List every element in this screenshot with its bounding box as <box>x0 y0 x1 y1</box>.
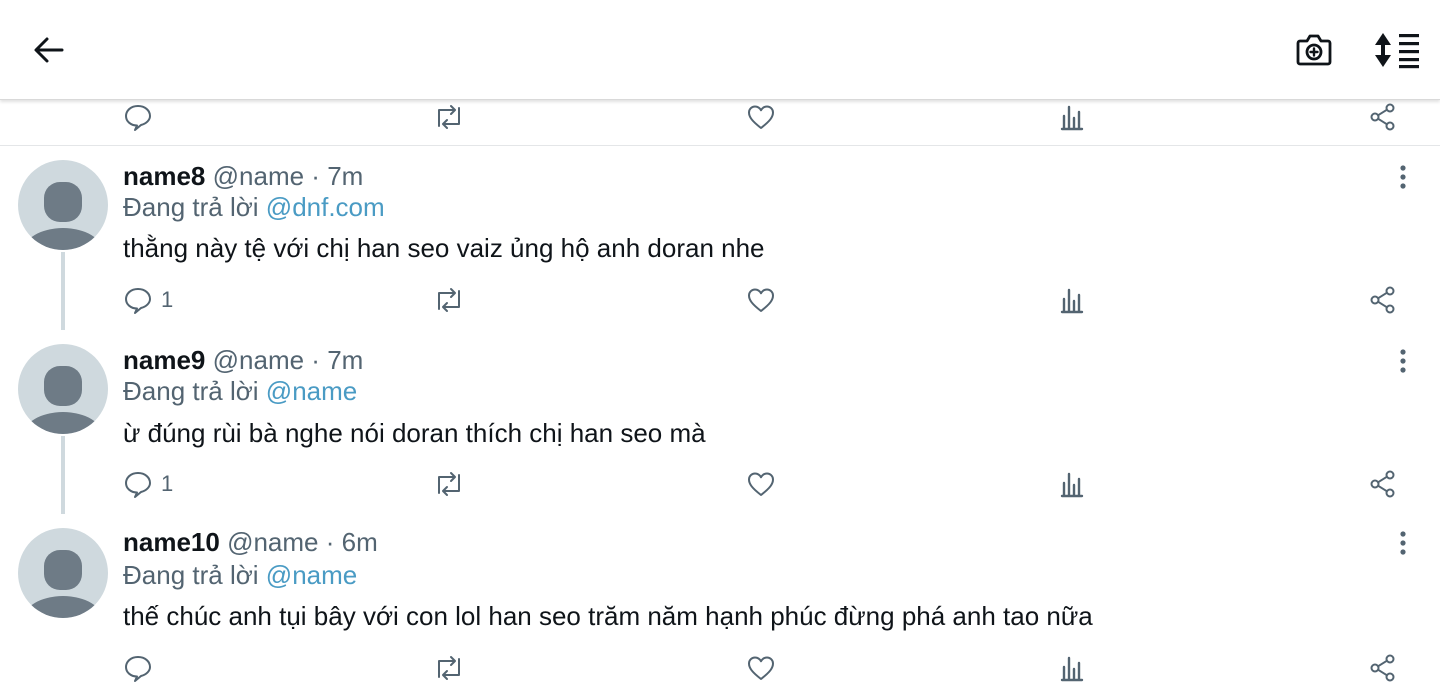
meta-separator: · <box>311 161 320 191</box>
heart-icon <box>748 472 774 496</box>
like-action[interactable] <box>746 283 776 317</box>
heart-icon <box>748 105 774 129</box>
reply-icon <box>125 105 151 131</box>
reply-item[interactable]: name8 @name · 7m Đang trả lời @dnf.com t… <box>0 146 1440 330</box>
back-button[interactable] <box>21 22 77 78</box>
more-options-button[interactable] <box>1388 160 1418 194</box>
replying-to-mention[interactable]: @name <box>266 376 357 406</box>
analytics-action[interactable] <box>1058 100 1086 134</box>
user-handle[interactable]: @name <box>227 527 318 557</box>
reply-action[interactable]: 1 <box>123 283 173 317</box>
reply-text: ừ đúng rùi bà nghe nói doran thích chị h… <box>123 418 706 448</box>
arrow-left-icon <box>34 37 64 63</box>
timestamp: 7m <box>327 345 364 375</box>
camera-plus-icon <box>1296 34 1332 66</box>
share-action[interactable] <box>1368 651 1398 685</box>
analytics-action[interactable] <box>1058 283 1086 317</box>
reply-item[interactable]: name10 @name · 6m Đang trả lời @name thế… <box>0 514 1440 682</box>
reply-text: thằng này tệ với chị han seo vaiz ủng hộ… <box>123 233 765 263</box>
analytics-action[interactable] <box>1058 651 1086 685</box>
retweet-icon <box>438 288 460 312</box>
display-name[interactable]: name8 <box>123 161 205 191</box>
bar-chart-icon <box>1060 105 1084 131</box>
top-app-bar <box>0 0 1440 100</box>
thread-line <box>61 436 65 514</box>
replying-to-mention[interactable]: @dnf.com <box>266 192 385 222</box>
more-vertical-icon <box>1400 531 1406 555</box>
reply-action[interactable] <box>123 651 161 685</box>
share-icon <box>1370 103 1395 131</box>
replying-to-mention[interactable]: @name <box>266 560 357 590</box>
sort-replies-button[interactable] <box>1370 22 1426 78</box>
retweet-action[interactable] <box>433 651 465 685</box>
meta-separator: · <box>325 527 335 557</box>
analytics-action[interactable] <box>1058 467 1086 501</box>
reply-header: name9 @name · 7m <box>123 344 363 376</box>
retweet-action[interactable] <box>433 100 465 134</box>
default-avatar-icon <box>23 182 103 250</box>
avatar[interactable] <box>18 528 108 618</box>
previous-tweet-actions <box>0 100 1440 146</box>
thread-line <box>61 252 65 330</box>
avatar[interactable] <box>18 344 108 434</box>
replying-to: Đang trả lời @name <box>123 559 357 591</box>
bar-chart-icon <box>1060 472 1084 498</box>
meta-separator: · <box>311 345 320 375</box>
reply-action[interactable] <box>123 100 153 134</box>
reply-action[interactable]: 1 <box>123 467 173 501</box>
avatar[interactable] <box>18 160 108 250</box>
more-vertical-icon <box>1400 165 1406 189</box>
sort-list-icon <box>1375 33 1419 69</box>
replying-to: Đang trả lời @name <box>123 375 357 407</box>
bar-chart-icon <box>1060 288 1084 314</box>
timestamp: 6m <box>341 527 378 557</box>
reply-icon <box>125 288 151 314</box>
more-vertical-icon <box>1400 349 1406 373</box>
replying-to-label: Đang trả lời <box>123 376 259 406</box>
camera-button[interactable] <box>1286 22 1342 78</box>
retweet-action[interactable] <box>433 467 465 501</box>
heart-icon <box>748 288 774 312</box>
share-action[interactable] <box>1368 100 1398 134</box>
reply-header: name8 @name · 7m <box>123 160 363 192</box>
reply-item[interactable]: name9 @name · 7m Đang trả lời @name ừ đú… <box>0 330 1440 514</box>
like-action[interactable] <box>746 651 776 685</box>
timestamp: 7m <box>327 161 364 191</box>
retweet-icon <box>438 472 460 496</box>
display-name[interactable]: name9 <box>123 345 205 375</box>
reply-count: 1 <box>161 287 174 312</box>
reply-text: thế chúc anh tụi bây với con lol han seo… <box>123 601 1093 631</box>
default-avatar-icon <box>23 550 103 618</box>
default-avatar-icon <box>23 366 103 434</box>
replying-to: Đang trả lời @dnf.com <box>123 191 385 223</box>
reply-header: name10 @name · 6m <box>123 526 378 558</box>
share-action[interactable] <box>1368 467 1398 501</box>
retweet-action[interactable] <box>433 283 465 317</box>
reply-icon <box>125 472 151 498</box>
replying-to-label: Đang trả lời <box>123 192 259 222</box>
more-options-button[interactable] <box>1388 526 1418 560</box>
share-icon <box>1370 286 1395 314</box>
like-action[interactable] <box>746 467 776 501</box>
replying-to-label: Đang trả lời <box>123 560 259 590</box>
user-handle[interactable]: @name <box>213 345 304 375</box>
share-icon <box>1370 470 1395 498</box>
share-action[interactable] <box>1368 283 1398 317</box>
more-options-button[interactable] <box>1388 344 1418 378</box>
user-handle[interactable]: @name <box>213 161 304 191</box>
reply-count: 1 <box>161 471 174 496</box>
retweet-icon <box>438 105 460 129</box>
display-name[interactable]: name10 <box>123 527 220 557</box>
like-action[interactable] <box>746 100 776 134</box>
